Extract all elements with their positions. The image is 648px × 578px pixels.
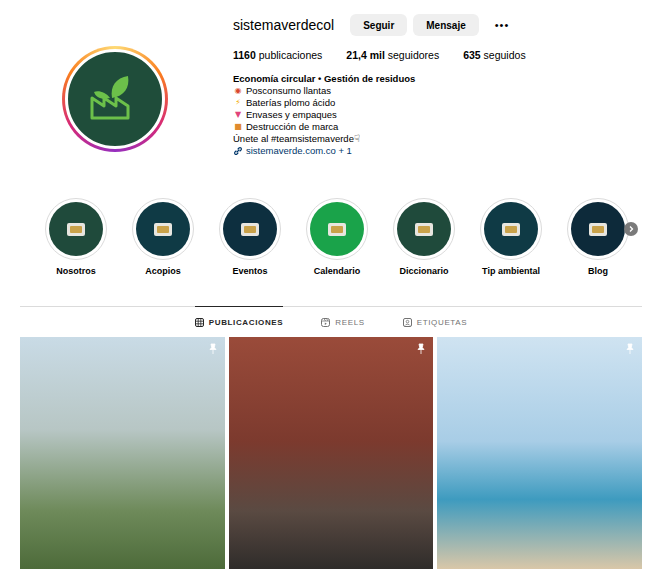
next-arrow[interactable] xyxy=(624,222,638,236)
highlight[interactable]: Calendario xyxy=(297,198,377,276)
bio-line: ◉Posconsumo llantas xyxy=(233,85,526,97)
profile-info: sistemaverdecol Seguir Mensaje ••• 1160 publ… xyxy=(233,12,526,157)
highlight-icon xyxy=(237,216,263,242)
bio-line-icon: ■ xyxy=(233,121,243,133)
more-options[interactable]: ••• xyxy=(495,19,510,31)
bio: Economía circular • Gestión de residuos◉… xyxy=(233,73,526,157)
factory-leaf-icon xyxy=(84,68,146,130)
profile-button[interactable]: Mensaje xyxy=(413,14,478,36)
posts-grid xyxy=(20,337,642,569)
highlight-icon xyxy=(324,216,350,242)
tab[interactable]: ETIQUETAS xyxy=(403,306,468,337)
link-icon xyxy=(233,146,243,156)
username: sistemaverdecol xyxy=(233,17,334,33)
stat[interactable]: 21,4 mil seguidores xyxy=(346,49,439,61)
bio-line-icon: ◉ xyxy=(233,85,243,97)
tab[interactable]: PUBLICACIONES xyxy=(195,306,284,337)
highlight[interactable]: Eventos xyxy=(210,198,290,276)
pin-icon xyxy=(624,343,636,355)
post[interactable] xyxy=(20,337,225,569)
tab-bar: PUBLICACIONES REELS ETIQUETAS xyxy=(20,306,642,337)
highlight[interactable]: Blog xyxy=(558,198,638,276)
reels-icon xyxy=(321,318,330,327)
highlight-icon xyxy=(150,216,176,242)
tag-icon xyxy=(403,318,412,327)
stat[interactable]: 1160 publicaciones xyxy=(233,49,322,61)
bio-line-icon: ▼ xyxy=(233,109,243,121)
chevron-right-icon xyxy=(627,225,635,233)
bio-link[interactable]: sistemaverde.com.co + 1 xyxy=(233,145,526,157)
bio-line: ⚡Baterías plomo ácido xyxy=(233,97,526,109)
avatar[interactable] xyxy=(62,46,168,152)
stats: 1160 publicaciones 21,4 mil seguidores 635… xyxy=(233,49,526,61)
stat[interactable]: 635 seguidos xyxy=(463,49,525,61)
profile-page: sistemaverdecol Seguir Mensaje ••• 1160 publ… xyxy=(0,0,648,578)
highlight[interactable]: Diccionario xyxy=(384,198,464,276)
highlight[interactable]: Acopios xyxy=(123,198,203,276)
pin-icon xyxy=(415,343,427,355)
highlight-icon xyxy=(63,216,89,242)
highlights: NosotrosAcopiosEventosCalendarioDicciona… xyxy=(0,198,648,276)
profile-button[interactable]: Seguir xyxy=(350,14,407,36)
grid-icon xyxy=(195,318,204,327)
bio-tagline: Únete al #teamsistemaverde☟ xyxy=(233,133,526,145)
pin-icon xyxy=(207,343,219,355)
bio-line-icon: ⚡ xyxy=(233,97,243,109)
highlight[interactable]: Nosotros xyxy=(36,198,116,276)
profile-header: sistemaverdecol Seguir Mensaje ••• 1160 publ… xyxy=(0,0,648,184)
post[interactable] xyxy=(229,337,434,569)
bio-category: Economía circular • Gestión de residuos xyxy=(233,73,526,85)
name-row: sistemaverdecol Seguir Mensaje ••• xyxy=(233,12,526,38)
highlight-icon xyxy=(585,216,611,242)
tab[interactable]: REELS xyxy=(321,306,364,337)
bio-line: ■Destrucción de marca xyxy=(233,121,526,133)
post[interactable] xyxy=(437,337,642,569)
highlight-icon xyxy=(498,216,524,242)
highlight[interactable]: Tip ambiental xyxy=(471,198,551,276)
bio-line: ▼Envases y empaques xyxy=(233,109,526,121)
highlight-icon xyxy=(411,216,437,242)
